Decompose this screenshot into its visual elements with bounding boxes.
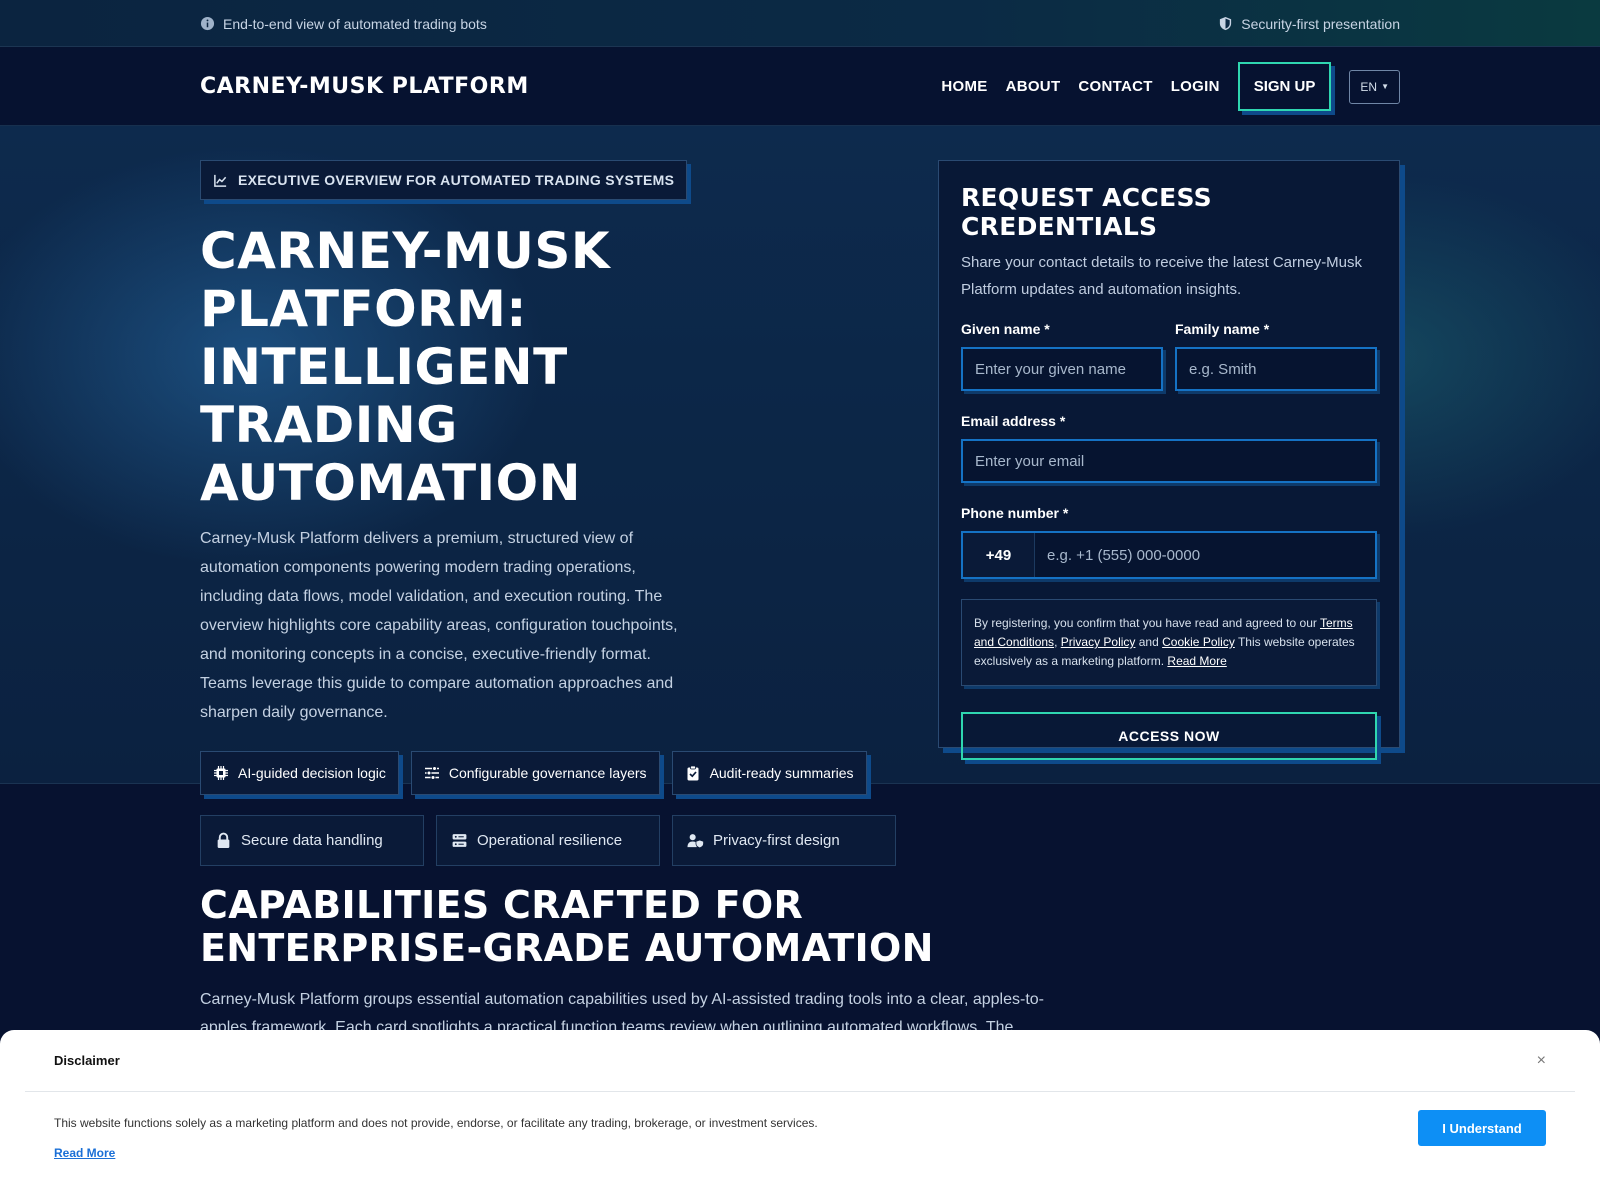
hero-eyebrow: EXECUTIVE OVERVIEW FOR AUTOMATED TRADING… — [200, 160, 688, 200]
consent-text-pre: By registering, you confirm that you hav… — [974, 616, 1320, 630]
chip-label: Configurable governance layers — [448, 765, 647, 781]
disclaimer-text: This website functions solely as a marke… — [54, 1116, 818, 1130]
given-name-field: Given name * Enter your given name — [961, 321, 1163, 391]
given-name-input[interactable]: Enter your given name — [961, 347, 1163, 391]
lock-icon — [217, 832, 230, 848]
feature-label: Privacy-first design — [713, 832, 840, 849]
nav-login[interactable]: LOGIN — [1171, 78, 1220, 95]
consent-read-more-link[interactable]: Read More — [1167, 654, 1226, 668]
hero-title: CARNEY-MUSK PLATFORM: INTELLIGENT TRADIN… — [200, 222, 611, 512]
given-name-label: Given name * — [961, 321, 1050, 337]
consent-comma: , — [1054, 635, 1061, 649]
form-subtitle: Share your contact details to receive th… — [961, 254, 1363, 298]
phone-group: +49 e.g. +1 (555) 000-0000 — [961, 531, 1377, 579]
email-label: Email address * — [961, 413, 1066, 429]
disclaimer-read-more-link[interactable]: Read More — [54, 1146, 1546, 1160]
feature-secure-data: Secure data handling — [200, 815, 424, 866]
family-name-label: Family name * — [1175, 321, 1270, 337]
form-title: REQUEST ACCESS CREDENTIALS — [961, 183, 1212, 241]
disclaimer-body: This website functions solely as a marke… — [0, 1092, 1600, 1184]
understand-button[interactable]: I Understand — [1418, 1110, 1546, 1146]
signup-button[interactable]: SIGN UP — [1237, 62, 1332, 111]
phone-field: Phone number * +49 e.g. +1 (555) 000-000… — [961, 505, 1377, 579]
chip-label: AI-guided decision logic — [238, 765, 386, 781]
country-code-select[interactable]: +49 — [963, 533, 1035, 577]
access-form-card: REQUEST ACCESS CREDENTIALS Share your co… — [938, 160, 1400, 760]
language-value: EN — [1360, 79, 1378, 94]
family-name-field: Family name * e.g. Smith — [1175, 321, 1377, 391]
nav-about[interactable]: ABOUT — [1006, 78, 1061, 95]
topbar-right-text: Security-first presentation — [1241, 15, 1400, 32]
shield-icon — [1220, 16, 1232, 31]
nav-home[interactable]: HOME — [941, 78, 987, 95]
feature-label: Secure data handling — [241, 832, 383, 849]
consent-and: and — [1135, 635, 1163, 649]
disclaimer-header: Disclaimer × — [25, 1030, 1575, 1092]
language-select[interactable]: EN ▼ — [1349, 69, 1400, 104]
disclaimer-banner: Disclaimer × This website functions sole… — [0, 1030, 1600, 1200]
user-shield-icon — [687, 834, 704, 849]
feature-label: Operational resilience — [477, 832, 623, 849]
clipboard-check-icon — [687, 765, 699, 781]
hero-lead: Carney-Musk Platform delivers a premium,… — [200, 530, 678, 721]
access-now-button[interactable]: ACCESS NOW — [961, 712, 1377, 760]
brand-logo[interactable]: CARNEY-MUSK PLATFORM — [200, 74, 529, 99]
hero-section: EXECUTIVE OVERVIEW FOR AUTOMATED TRADING… — [0, 126, 1600, 866]
chip-audit: Audit-ready summaries — [671, 751, 867, 795]
feature-resilience: Operational resilience — [436, 815, 660, 866]
cookie-link[interactable]: Cookie Policy — [1162, 635, 1235, 649]
chip-ai-logic: AI-guided decision logic — [200, 751, 399, 795]
name-row: Given name * Enter your given name Famil… — [961, 321, 1377, 391]
chip-label: Audit-ready summaries — [709, 765, 854, 781]
privacy-link[interactable]: Privacy Policy — [1061, 635, 1136, 649]
close-icon[interactable]: × — [1537, 1052, 1546, 1070]
sliders-icon — [424, 766, 439, 780]
server-icon — [452, 834, 467, 847]
line-chart-icon — [214, 174, 227, 187]
info-icon — [200, 16, 215, 31]
hero-chips: AI-guided decision logic Configurable go… — [200, 751, 900, 795]
caret-down-icon: ▼ — [1381, 82, 1389, 91]
phone-label: Phone number * — [961, 505, 1069, 521]
chip-icon — [214, 766, 228, 780]
nav-contact[interactable]: CONTACT — [1078, 78, 1152, 95]
topbar-left: End-to-end view of automated trading bot… — [200, 16, 487, 32]
hero-content: EXECUTIVE OVERVIEW FOR AUTOMATED TRADING… — [200, 160, 900, 866]
consent-notice: By registering, you confirm that you hav… — [961, 599, 1377, 686]
eyebrow-text: EXECUTIVE OVERVIEW FOR AUTOMATED TRADING… — [238, 172, 675, 188]
main-navbar: CARNEY-MUSK PLATFORM HOME ABOUT CONTACT … — [0, 47, 1600, 126]
family-name-input[interactable]: e.g. Smith — [1175, 347, 1377, 391]
topbar-right: Security-first presentation — [1218, 16, 1400, 32]
topbar-left-text: End-to-end view of automated trading bot… — [223, 15, 487, 32]
top-info-bar: End-to-end view of automated trading bot… — [0, 0, 1600, 47]
disclaimer-title: Disclaimer — [54, 1053, 120, 1068]
phone-input[interactable]: e.g. +1 (555) 000-0000 — [1035, 533, 1375, 577]
nav-menu: HOME ABOUT CONTACT LOGIN SIGN UP EN ▼ — [941, 62, 1400, 111]
chip-governance: Configurable governance layers — [410, 751, 660, 795]
feature-privacy: Privacy-first design — [672, 815, 896, 866]
email-input[interactable]: Enter your email — [961, 439, 1377, 483]
email-field: Email address * Enter your email — [961, 413, 1377, 483]
hero-features: Secure data handling Operational resilie… — [200, 815, 900, 866]
capabilities-title: CAPABILITIES CRAFTED FOR ENTERPRISE-GRAD… — [200, 883, 934, 970]
